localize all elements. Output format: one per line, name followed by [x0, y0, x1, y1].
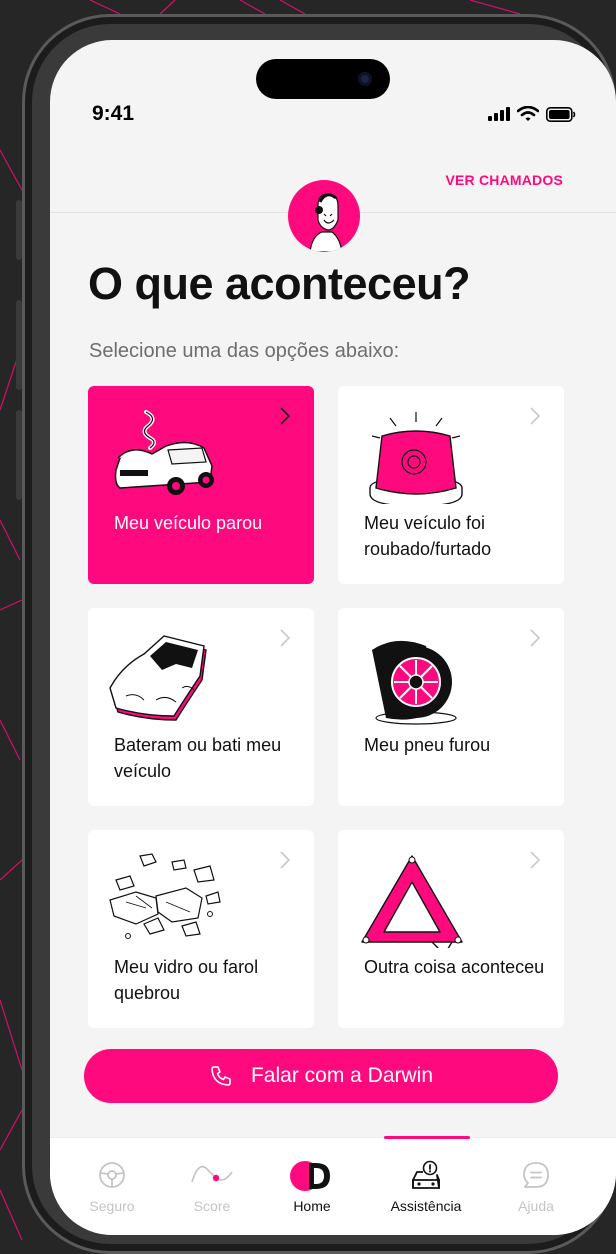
status-time: 9:41 [92, 102, 135, 125]
flat-tire-icon [372, 640, 457, 725]
dynamic-island [256, 59, 390, 99]
option-card-vehicle-stolen[interactable]: Meu veículo foi roubado/furtado [338, 386, 564, 584]
option-label: Outra coisa aconteceu [364, 957, 545, 977]
option-label: Meu vidro ou farol quebrou [114, 957, 259, 1003]
chevron-right-icon [280, 851, 290, 869]
broken-car-icon [114, 410, 214, 495]
tab-label: Score [193, 1198, 231, 1214]
option-card-flat-tire[interactable]: Meu pneu furou [338, 608, 564, 806]
broken-glass-icon [109, 853, 221, 939]
phone-side-button [16, 300, 22, 390]
chevron-right-icon [280, 629, 290, 647]
bottom-tab-bar: Seguro Score Home Assistência Ajuda [50, 1137, 616, 1235]
crash-icon [109, 635, 207, 721]
option-label: Meu veículo foi roubado/furtado [364, 513, 492, 559]
wifi-icon [517, 106, 539, 121]
chevron-right-icon [530, 851, 540, 869]
chevron-right-icon [530, 407, 540, 425]
page-subtitle: Selecione uma das opções abaixo: [89, 340, 400, 362]
chevron-right-icon [530, 629, 540, 647]
tab-score[interactable]: Score [162, 1138, 262, 1235]
option-label: Meu pneu furou [364, 735, 491, 755]
talk-to-darwin-button[interactable]: Falar com a Darwin [84, 1049, 558, 1103]
phone-side-button [16, 200, 22, 260]
battery-icon [546, 106, 576, 122]
chat-help-icon [523, 1162, 549, 1188]
app-screen: 9:41 VER CHAMADOS O que aconteceu? Selec… [50, 40, 616, 1235]
car-assistance-icon [412, 1160, 440, 1189]
siren-icon [369, 412, 463, 504]
signal-icon [488, 107, 510, 121]
option-card-vehicle-stopped[interactable]: Meu veículo parou [88, 386, 314, 584]
tab-label: Seguro [89, 1198, 135, 1214]
tab-label: Ajuda [518, 1198, 554, 1214]
avatar[interactable] [288, 180, 360, 252]
chevron-right-icon [280, 407, 290, 425]
tab-assistencia[interactable]: Assistência [376, 1138, 476, 1235]
page-title: O que aconteceu? [88, 258, 471, 309]
option-label: Meu veículo parou [114, 513, 263, 533]
ver-chamados-link[interactable]: VER CHAMADOS [445, 172, 563, 188]
cta-label: Falar com a Darwin [250, 1064, 434, 1087]
option-label: Bateram ou bati meu veículo [114, 735, 282, 781]
option-card-collision[interactable]: Bateram ou bati meu veículo [88, 608, 314, 806]
tab-seguro[interactable]: Seguro [62, 1138, 162, 1235]
option-card-other[interactable]: Outra coisa aconteceu [338, 830, 564, 1028]
phone-icon [211, 1066, 231, 1086]
darwin-logo-icon [290, 1161, 330, 1191]
option-card-broken-glass[interactable]: Meu vidro ou farol quebrou [88, 830, 314, 1028]
route-icon [191, 1165, 233, 1183]
tab-label: Assistência [390, 1198, 462, 1214]
active-tab-indicator [384, 1136, 470, 1139]
tab-label: Home [293, 1198, 331, 1214]
steering-wheel-icon [99, 1162, 125, 1188]
tab-ajuda[interactable]: Ajuda [486, 1138, 586, 1235]
tab-home[interactable]: Home [262, 1138, 362, 1235]
warning-triangle-icon [361, 855, 463, 948]
phone-side-button [16, 410, 22, 500]
status-icons [488, 106, 576, 122]
